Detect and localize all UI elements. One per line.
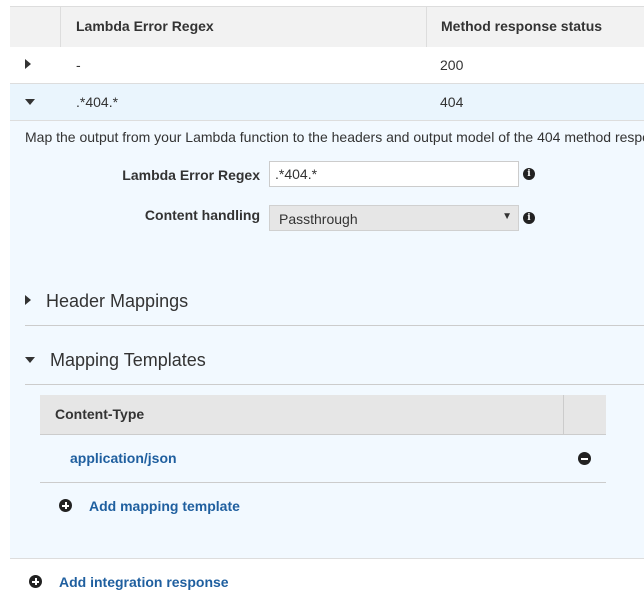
table-row-selected[interactable]: .*404.* 404 (10, 84, 644, 121)
header-mappings-title: Header Mappings (46, 291, 189, 311)
response-table-header: Lambda Error Regex Method response statu… (10, 6, 644, 48)
header-divider (60, 7, 61, 47)
column-header-status: Method response status (441, 18, 603, 34)
row-regex: .*404.* (76, 94, 119, 110)
mapping-table-row[interactable]: application/json (40, 435, 606, 483)
plus-circle-icon[interactable] (29, 575, 42, 588)
plus-circle-icon[interactable] (59, 499, 72, 512)
regex-field-label: Lambda Error Regex (122, 167, 260, 183)
caret-down-icon[interactable] (25, 99, 35, 105)
content-handling-label: Content handling (144, 207, 260, 223)
caret-down-icon[interactable] (25, 357, 35, 363)
mapping-templates-section[interactable]: Mapping Templates (25, 344, 644, 385)
header-mappings-section[interactable]: Header Mappings (25, 285, 644, 326)
content-type-header: Content-Type (55, 406, 145, 422)
minus-circle-icon[interactable] (578, 452, 591, 465)
caret-right-icon[interactable] (25, 59, 31, 69)
add-integration-response-link[interactable]: Add integration response (59, 574, 229, 590)
mapping-templates-title: Mapping Templates (50, 350, 206, 370)
header-divider (426, 7, 427, 47)
column-header-regex: Lambda Error Regex (76, 18, 214, 34)
mapping-table-header: Content-Type (40, 395, 606, 435)
dropdown-arrow-icon: ▼ (502, 211, 512, 222)
row-regex: - (76, 57, 81, 73)
detail-panel: Map the output from your Lambda function… (10, 121, 644, 559)
row-status: 200 (440, 57, 464, 73)
content-handling-select[interactable]: Passthrough ▼ (269, 205, 519, 231)
table-row[interactable]: - 200 (10, 47, 644, 84)
header-divider (563, 395, 564, 434)
row-status: 404 (440, 94, 464, 110)
add-mapping-template-link[interactable]: Add mapping template (89, 498, 240, 514)
caret-right-icon[interactable] (25, 295, 31, 305)
detail-description: Map the output from your Lambda function… (25, 129, 644, 145)
content-handling-value: Passthrough (279, 211, 358, 227)
info-icon[interactable]: i (523, 212, 535, 224)
content-type-link[interactable]: application/json (70, 450, 177, 466)
regex-input[interactable] (269, 161, 519, 187)
info-icon[interactable]: i (523, 168, 535, 180)
